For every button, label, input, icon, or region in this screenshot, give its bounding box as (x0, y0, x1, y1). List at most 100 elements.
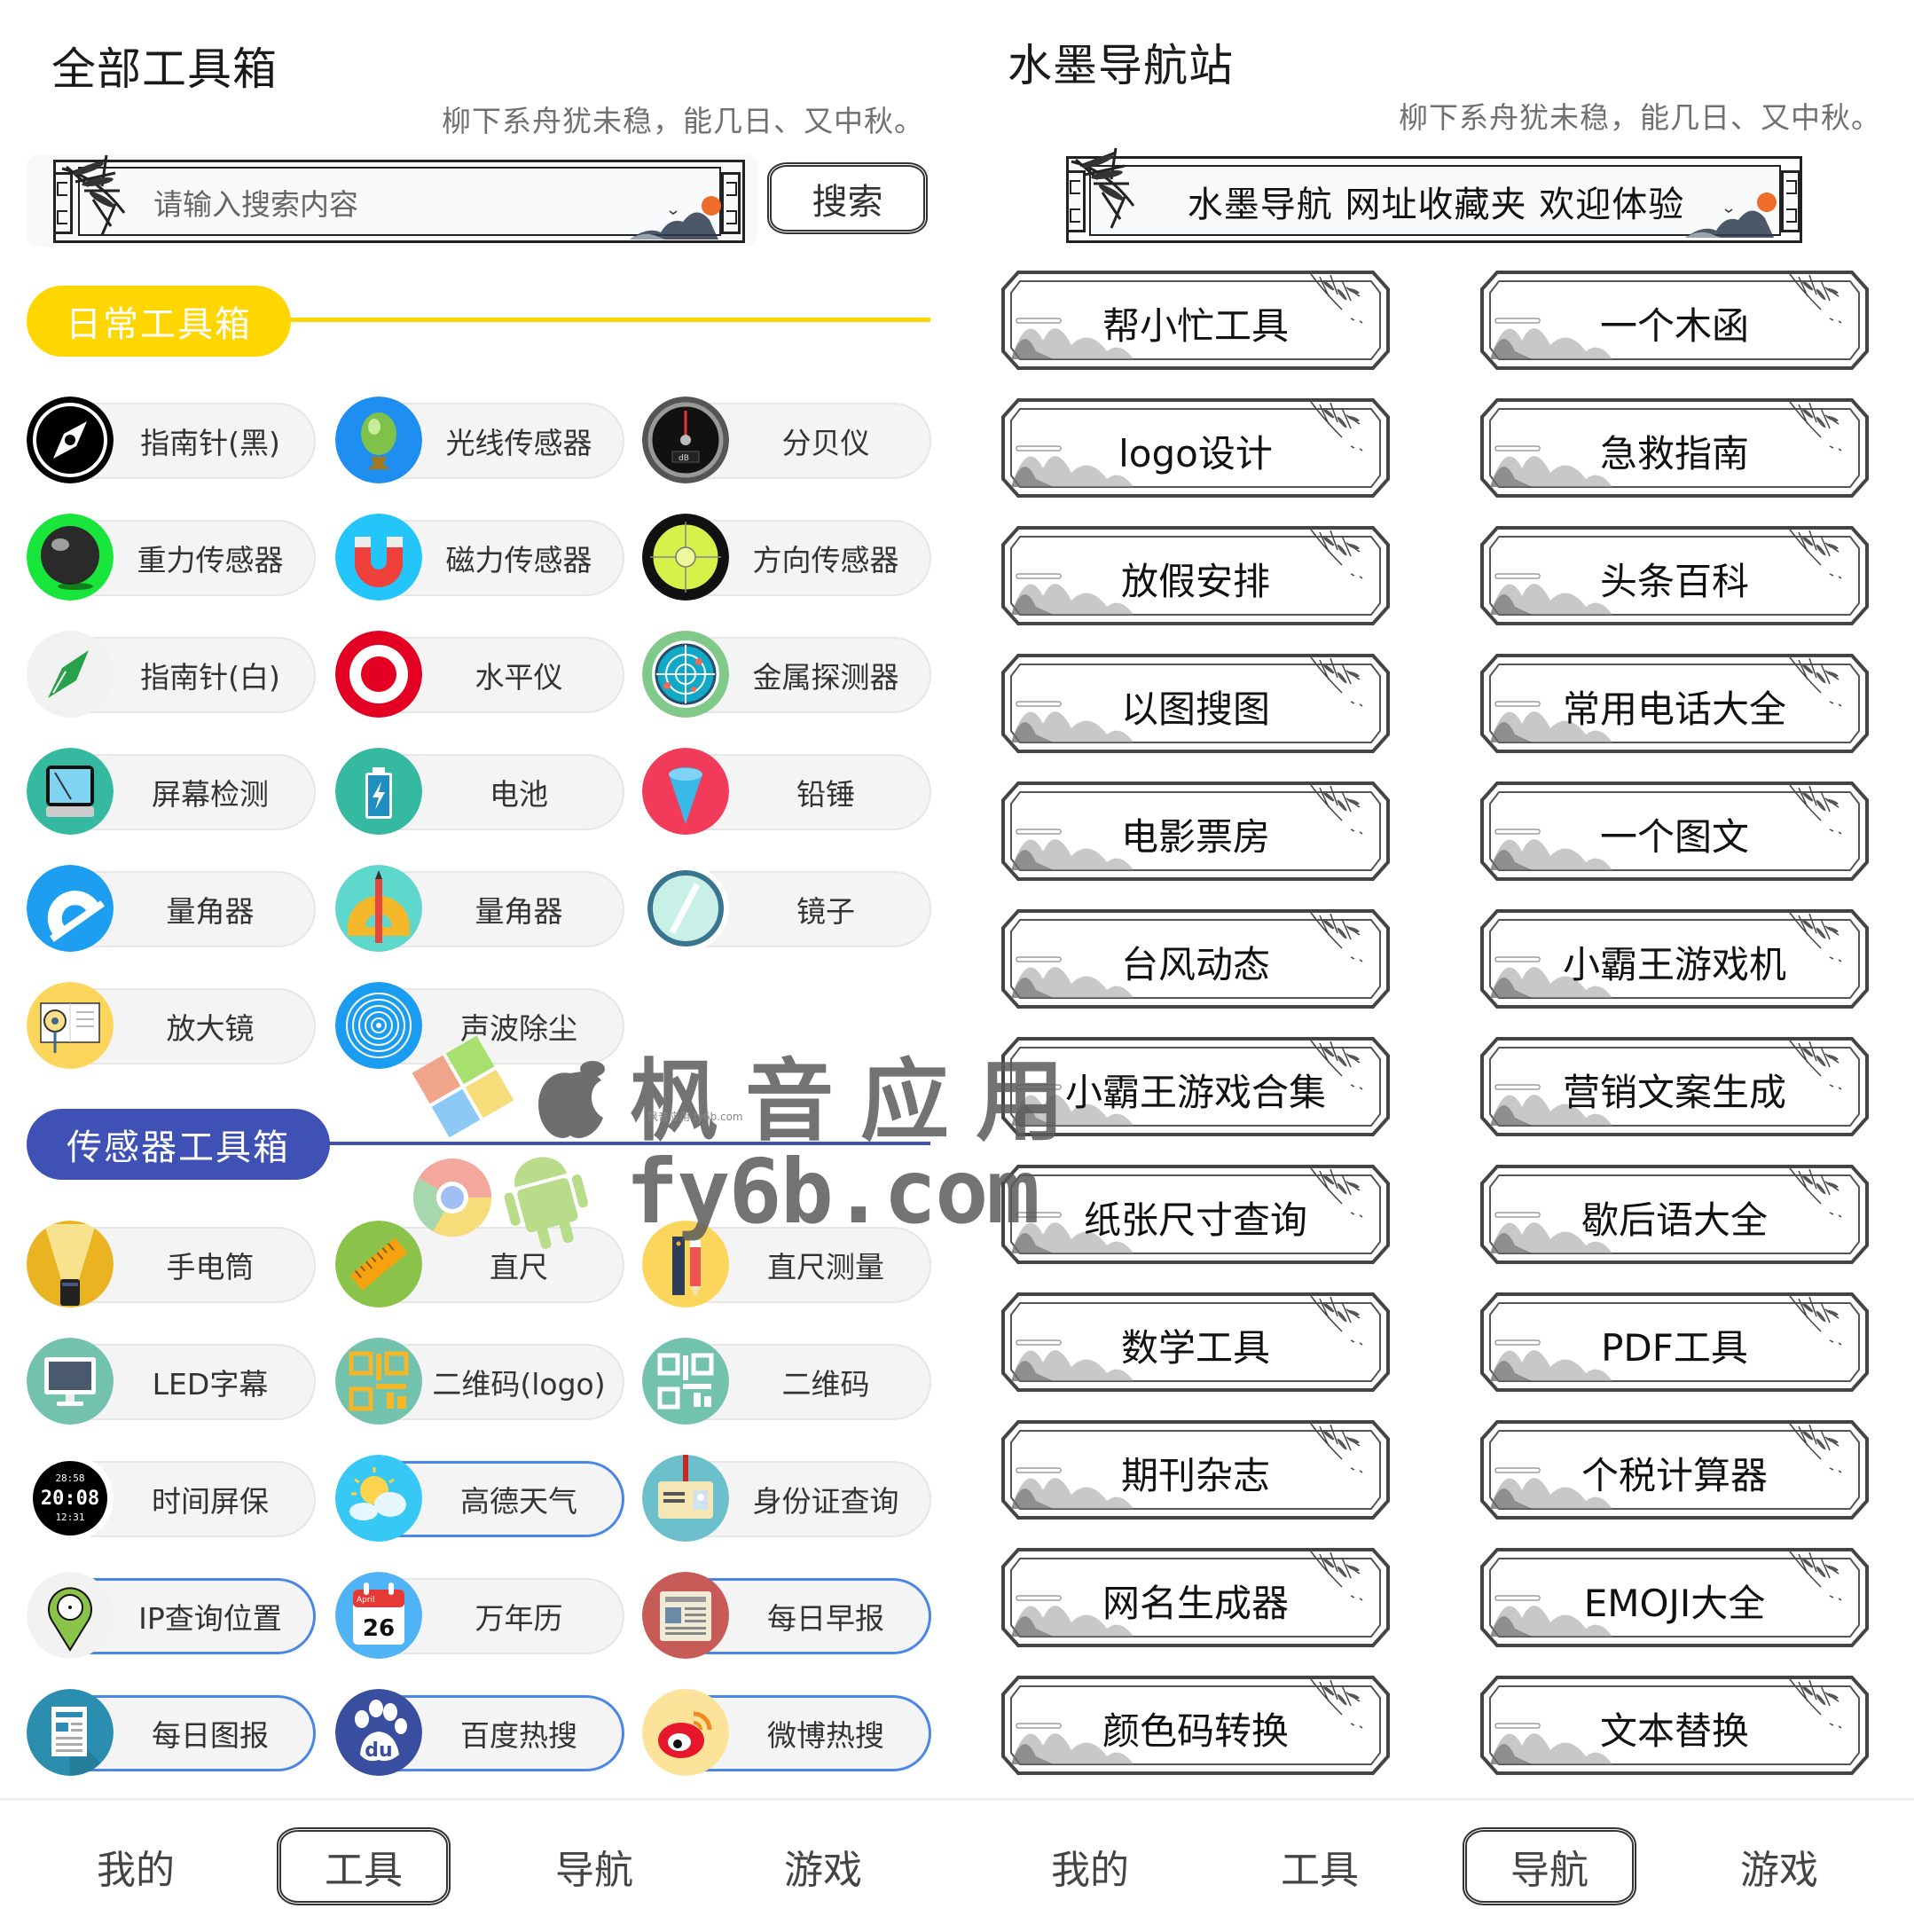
tab-games[interactable]: 游戏 (1692, 1827, 1866, 1905)
plumb-bob-icon (642, 748, 729, 835)
tab-tools[interactable]: 工具 (277, 1827, 451, 1905)
tab-mine[interactable]: 我的 (1003, 1827, 1177, 1905)
tab-tools[interactable]: 工具 (1233, 1827, 1407, 1905)
nav-link-label: 以图搜图 (1120, 687, 1270, 731)
tool-item[interactable]: 量角器 (335, 865, 624, 952)
tool-item[interactable]: 磁力传感器 (335, 514, 624, 601)
tool-item[interactable]: 水平仪 (335, 631, 624, 718)
tool-item[interactable]: 声波除尘 (335, 982, 624, 1069)
tool-item[interactable]: 指南针(白) (27, 631, 316, 718)
newspaper-icon (642, 1572, 729, 1659)
nav-link-button[interactable]: logo设计 (1000, 397, 1391, 499)
tool-item[interactable]: 高德天气 (335, 1455, 624, 1542)
tool-item[interactable]: 光线传感器 (335, 397, 624, 483)
mountain-sunset-icon (630, 196, 721, 240)
tool-item[interactable]: 电池 (335, 748, 624, 835)
nav-link-button[interactable]: 帮小忙工具 (1000, 270, 1391, 371)
compass-white-icon (27, 631, 114, 718)
tool-label: 镜子 (796, 894, 855, 929)
tool-item[interactable]: 指南针(黑) (27, 397, 316, 483)
tool-label: 微博热搜 (767, 1718, 884, 1753)
tool-label: 身份证查询 (752, 1484, 899, 1519)
tool-item[interactable]: 手电筒 (27, 1221, 316, 1308)
nav-link-button[interactable]: 以图搜图 (1000, 653, 1391, 754)
tool-item[interactable]: 微博热搜 (642, 1689, 931, 1776)
tool-item[interactable]: 重力传感器 (27, 514, 316, 601)
tool-item[interactable]: 身份证查询 (642, 1455, 931, 1542)
tool-item[interactable]: 放大镜 (27, 982, 316, 1069)
tool-item[interactable]: 二维码(logo) (335, 1338, 624, 1425)
nav-link-button[interactable]: 文本替换 (1479, 1675, 1870, 1776)
nav-link-button[interactable]: 常用电话大全 (1479, 653, 1870, 754)
tool-label: IP查询位置 (138, 1601, 282, 1636)
tool-item[interactable]: 每日图报 (27, 1689, 316, 1776)
page-subtitle: 柳下系舟犹未稳，能几日、又中秋。 (442, 104, 924, 138)
tab-navigation[interactable]: 导航 (507, 1827, 681, 1905)
ruler-pencil-icon (642, 1221, 729, 1308)
tool-label: 量角器 (166, 894, 255, 929)
tool-item[interactable]: 二维码 (642, 1338, 931, 1425)
tool-item[interactable]: 镜子 (642, 865, 931, 952)
tool-item[interactable]: dB 分贝仪 (642, 397, 931, 483)
nav-link-button[interactable]: 放假安排 (1000, 525, 1391, 626)
svg-text:26: 26 (363, 1615, 395, 1642)
nav-link-button[interactable]: 小霸王游戏合集 (1000, 1036, 1391, 1137)
sound-wave-icon (335, 982, 422, 1069)
tool-item[interactable]: 直尺测量 (642, 1221, 931, 1308)
nav-link-button[interactable]: PDF工具 (1479, 1292, 1870, 1393)
tab-navigation[interactable]: 导航 (1463, 1827, 1636, 1905)
nav-link-button[interactable]: 一个木函 (1479, 270, 1870, 371)
nav-link-button[interactable]: 纸张尺寸查询 (1000, 1164, 1391, 1265)
nav-link-label: 网名生成器 (1102, 1581, 1289, 1625)
nav-link-button[interactable]: 网名生成器 (1000, 1547, 1391, 1648)
tool-item[interactable]: April 26 万年历 (335, 1572, 624, 1659)
tool-item[interactable]: 铅锤 (642, 748, 931, 835)
nav-link-label: 一个图文 (1599, 814, 1749, 859)
nav-link-button[interactable]: 颜色码转换 (1000, 1675, 1391, 1776)
section-divider (289, 318, 930, 322)
nav-link-button[interactable]: 电影票房 (1000, 781, 1391, 882)
tool-item[interactable]: 每日早报 (642, 1572, 931, 1659)
navigation-panel: 水墨导航站 柳下系舟犹未稳，能几日、又中秋。 水墨导航 网址收藏夹 欢迎体验 帮… (957, 0, 1914, 1932)
tool-label: 屏幕检测 (152, 777, 269, 812)
document-icon (27, 1689, 114, 1776)
svg-text:April: April (357, 1596, 375, 1605)
tool-item[interactable]: 28:58 20:08 12:31 时间屏保 (27, 1455, 316, 1542)
nav-link-button[interactable]: 期刊杂志 (1000, 1419, 1391, 1520)
tool-label: 万年历 (475, 1601, 563, 1636)
tool-item[interactable]: 屏幕检测 (27, 748, 316, 835)
nav-link-button[interactable]: 一个图文 (1479, 781, 1870, 882)
tab-games[interactable]: 游戏 (736, 1827, 910, 1905)
nav-link-button[interactable]: 个税计算器 (1479, 1419, 1870, 1520)
nav-link-button[interactable]: EMOJI大全 (1479, 1547, 1870, 1648)
nav-link-button[interactable]: 头条百科 (1479, 525, 1870, 626)
tool-item[interactable]: LED字幕 (27, 1338, 316, 1425)
nav-link-button[interactable]: 歇后语大全 (1479, 1164, 1870, 1265)
tool-item[interactable]: 量角器 (27, 865, 316, 952)
radar-icon (642, 631, 729, 718)
tool-item[interactable]: 方向传感器 (642, 514, 931, 601)
calendar-icon: April 26 (335, 1572, 422, 1659)
tool-label: 直尺测量 (767, 1250, 884, 1284)
nav-link-label: 小霸王游戏合集 (1064, 1070, 1326, 1114)
nav-link-button[interactable]: 台风动态 (1000, 908, 1391, 1009)
nav-link-button[interactable]: 营销文案生成 (1479, 1036, 1870, 1137)
tool-item[interactable]: 金属探测器 (642, 631, 931, 718)
tool-item[interactable]: du 百度热搜 (335, 1689, 624, 1776)
tool-label: 铅锤 (796, 777, 855, 812)
tool-label: 水平仪 (475, 660, 563, 695)
nav-link-button[interactable]: 数学工具 (1000, 1292, 1391, 1393)
tab-mine[interactable]: 我的 (49, 1827, 223, 1905)
nav-link-button[interactable]: 小霸王游戏机 (1479, 908, 1870, 1009)
nav-link-label: EMOJI大全 (1583, 1581, 1766, 1625)
tool-item[interactable]: IP查询位置 (27, 1572, 316, 1659)
protractor-pencil-icon (335, 865, 422, 952)
search-button[interactable]: 搜索 (767, 162, 928, 234)
digital-clock-icon: 28:58 20:08 12:31 (27, 1455, 114, 1542)
qr-code-orange-icon (335, 1338, 422, 1425)
search-input[interactable]: 请输入搜索内容 (27, 154, 757, 247)
nav-link-label: 纸张尺寸查询 (1083, 1198, 1307, 1242)
nav-link-button[interactable]: 急救指南 (1479, 397, 1870, 499)
bottom-tab-bar: 我的 工具 导航 游戏 (957, 1798, 1914, 1932)
tool-item[interactable]: 直尺 (335, 1221, 624, 1308)
